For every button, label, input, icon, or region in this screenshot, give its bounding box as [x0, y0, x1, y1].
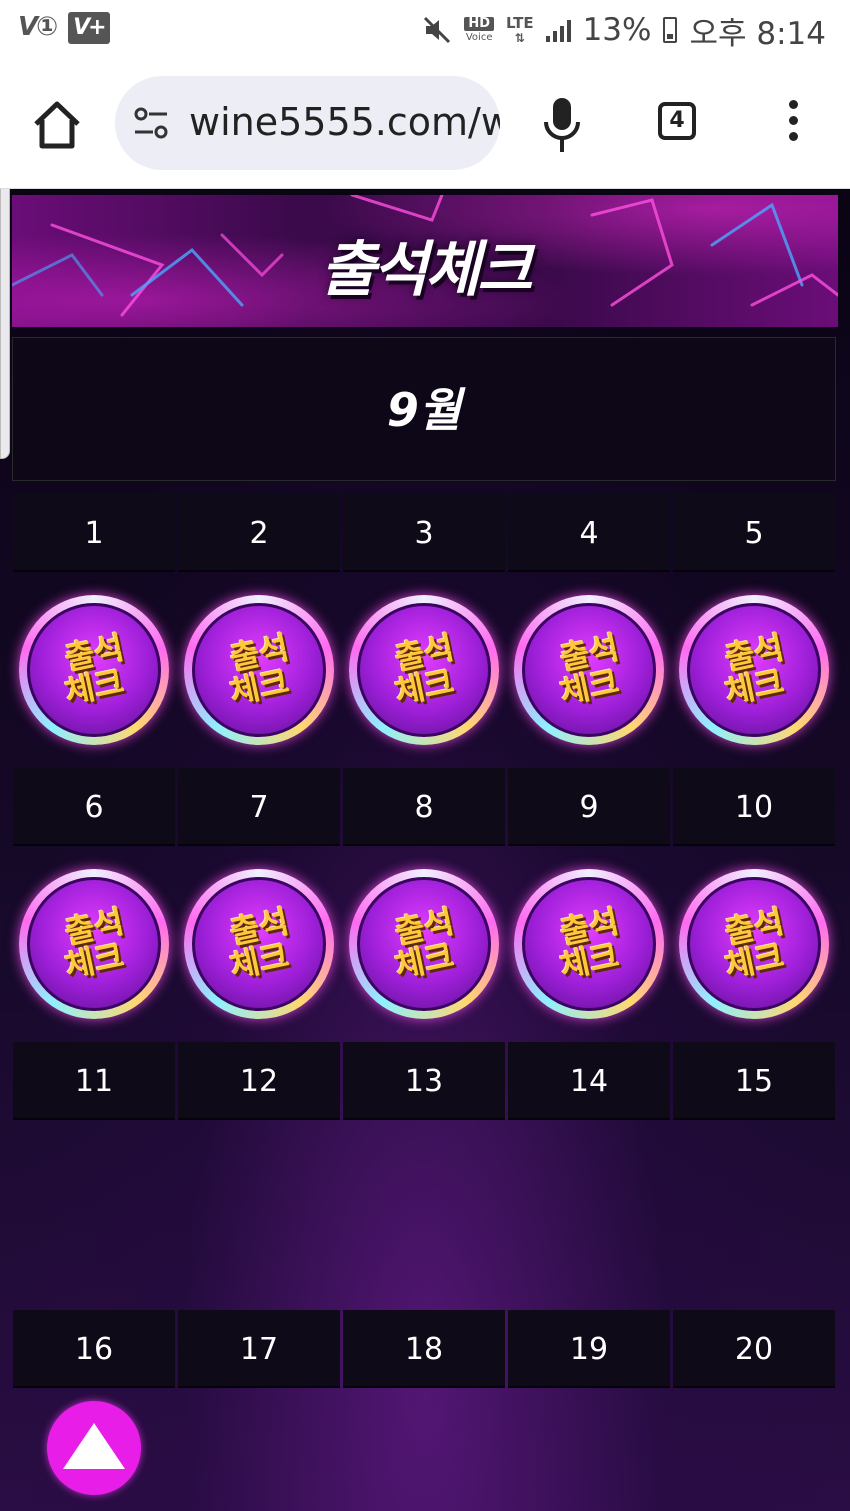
- page-content[interactable]: 출석체크 9월 1 2 3 4 5 출석 체크 출석 체크 출석 체크 출석 체크 출석…: [0, 189, 850, 1511]
- day-cell: 14: [508, 1042, 670, 1120]
- mic-icon[interactable]: [540, 96, 584, 154]
- stamp-row: 출석 체크 출석 체크 출석 체크 출석 체크 출석 체크: [13, 846, 837, 1042]
- volte-1-icon: V①: [18, 12, 58, 42]
- page-title: 출석체크: [320, 235, 533, 305]
- url-text[interactable]: wine5555.com/w: [189, 100, 500, 144]
- attendance-stamp-icon: 출석 체크: [349, 595, 499, 745]
- lte-icon: LTE ⇅: [506, 13, 534, 45]
- site-settings-icon[interactable]: [133, 106, 169, 140]
- address-bar[interactable]: wine5555.com/w: [115, 76, 500, 170]
- attendance-stamp-icon: 출석 체크: [19, 869, 169, 1019]
- day-cell: 3: [343, 494, 505, 572]
- day-cell: 6: [13, 768, 175, 846]
- header-banner: 출석체크: [12, 195, 838, 327]
- battery-percent: 13%: [582, 12, 652, 48]
- attendance-stamp-icon: 출석 체크: [514, 595, 664, 745]
- month-header: 9월: [12, 337, 836, 481]
- volte-plus-icon: V+: [68, 12, 110, 44]
- attendance-stamp-icon: 출석 체크: [679, 869, 829, 1019]
- hd-voice-icon: HD Voice: [464, 16, 495, 43]
- day-cell: 5: [673, 494, 835, 572]
- empty-stamp-row: [13, 1120, 837, 1310]
- tab-switcher-icon[interactable]: 4: [658, 102, 696, 140]
- day-cell: 10: [673, 768, 835, 846]
- day-cell: 9: [508, 768, 670, 846]
- status-bar: V① V+ HD Voice LTE ⇅ 13% 오후 8:14: [0, 0, 850, 60]
- day-cell: 15: [673, 1042, 835, 1120]
- day-cell: 17: [178, 1310, 340, 1388]
- tab-count: 4: [669, 108, 685, 133]
- attendance-stamp-icon: 출석 체크: [514, 869, 664, 1019]
- mute-icon: [424, 16, 451, 44]
- day-cell: 19: [508, 1310, 670, 1388]
- attendance-stamp-icon: 출석 체크: [679, 595, 829, 745]
- attendance-stamp-icon: 출석 체크: [184, 595, 334, 745]
- day-cell: 11: [13, 1042, 175, 1120]
- day-cell: 20: [673, 1310, 835, 1388]
- day-cell: 7: [178, 768, 340, 846]
- stamp-row: 출석 체크 출석 체크 출석 체크 출석 체크 출석 체크: [13, 572, 837, 768]
- day-cell: 4: [508, 494, 670, 572]
- attendance-stamp-icon: 출석 체크: [184, 869, 334, 1019]
- attendance-calendar: 1 2 3 4 5 출석 체크 출석 체크 출석 체크 출석 체크 출석 체크 6 7 8…: [13, 494, 837, 1388]
- day-cell: 8: [343, 768, 505, 846]
- day-cell: 18: [343, 1310, 505, 1388]
- arrow-up-triangle-icon: [63, 1423, 125, 1469]
- attendance-stamp-icon: 출석 체크: [349, 869, 499, 1019]
- more-menu-icon[interactable]: [782, 100, 804, 150]
- day-cell: 2: [178, 494, 340, 572]
- month-label: 9월: [386, 383, 462, 437]
- clock: 오후 8:14: [689, 15, 826, 52]
- attendance-stamp-icon: 출석 체크: [19, 595, 169, 745]
- day-number-row: 6 7 8 9 10: [13, 768, 837, 846]
- browser-toolbar: wine5555.com/w 4: [0, 60, 850, 189]
- day-cell: 12: [178, 1042, 340, 1120]
- edge-panel-handle[interactable]: [0, 189, 10, 459]
- home-icon[interactable]: [30, 98, 84, 152]
- scroll-to-top-button[interactable]: [47, 1401, 141, 1495]
- day-cell: 13: [343, 1042, 505, 1120]
- day-cell: 16: [13, 1310, 175, 1388]
- day-cell: 1: [13, 494, 175, 572]
- day-number-row: 1 2 3 4 5: [13, 494, 837, 572]
- day-number-row: 11 12 13 14 15: [13, 1042, 837, 1120]
- signal-icon: [545, 18, 571, 42]
- day-number-row: 16 17 18 19 20: [13, 1310, 837, 1388]
- battery-icon: [663, 17, 678, 43]
